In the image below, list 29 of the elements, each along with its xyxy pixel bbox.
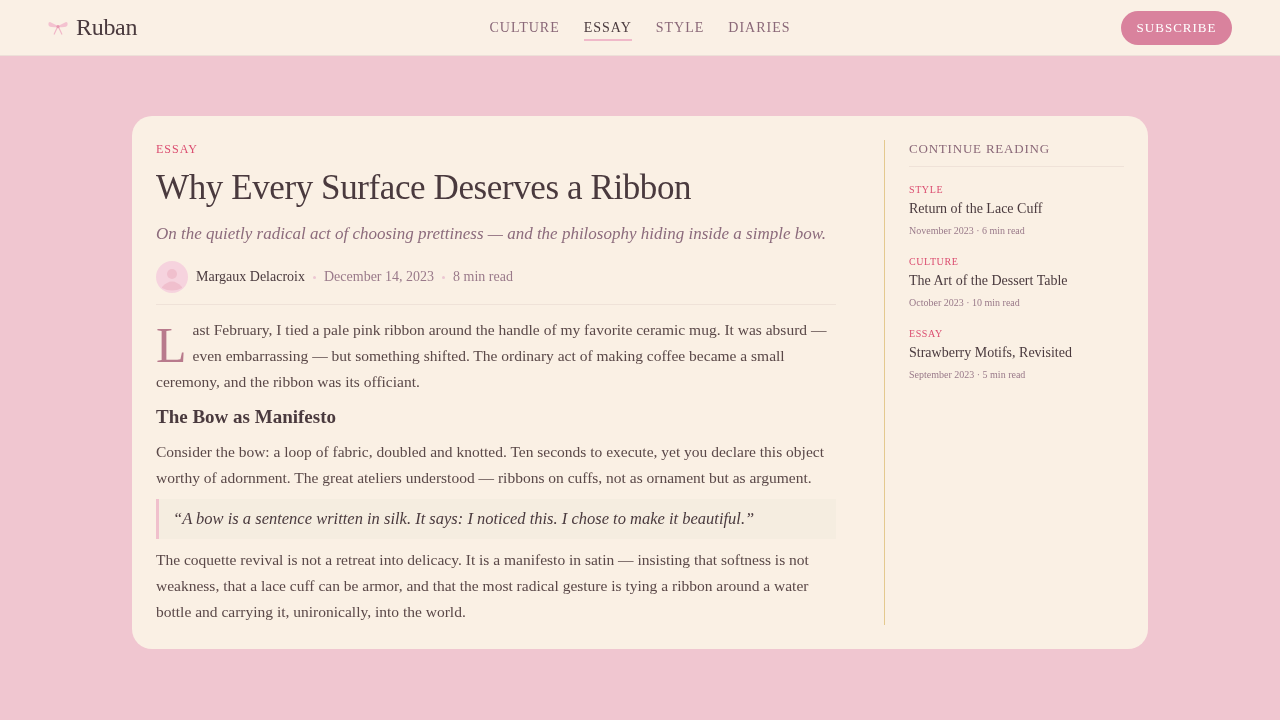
category-label: CULTURE: [909, 255, 959, 269]
article-title: Why Every Surface Deserves a Ribbon: [156, 167, 693, 209]
nav-tab[interactable]: CULTURE: [489, 16, 560, 41]
category-label: STYLE: [909, 183, 944, 197]
article-subtitle: On the quietly radical act of choosing prettiness — and the philosophy hiding inside a simple bow.: [156, 223, 828, 245]
bow-icon: [48, 20, 68, 35]
author-name: Margaux Delacroix: [196, 269, 305, 285]
pull-quote: “A bow is a sentence written in silk. It says: I noticed this. I chose to make it beautiful.”: [156, 499, 836, 539]
nav-tab[interactable]: ESSAY: [583, 16, 632, 41]
body-paragraph: The coquette revival is not a retreat into delicacy. It is a manifesto in satin — insisting that softness is not weakness, that a lace cuff can be armor, and that the most radical gesture is tying a ribbon around a water bottle and carrying it, unironically, into the world.: [156, 550, 810, 622]
publish-date: December 14, 2023: [324, 269, 434, 285]
nav-tab[interactable]: STYLE: [655, 16, 705, 41]
section-heading: The Bow as Manifesto: [156, 405, 337, 429]
article-meta: September 2023 · 5 min read: [909, 368, 1026, 382]
sidebar-heading: CONTINUE READING: [909, 140, 1124, 167]
nav-tab[interactable]: DIARIES: [728, 16, 791, 41]
related-article-link[interactable]: The Art of the Dessert Table: [909, 271, 1068, 291]
body-paragraph: Consider the bow: a loop of fabric, doubled and knotted. Ten seconds to execute, yet you declare this object worthy of adornment. The great ateliers understood — ribbons on cuffs, not as ornament but as argument.: [156, 442, 825, 488]
site-logo[interactable]: Ruban: [76, 14, 138, 41]
avatar-icon: [156, 261, 188, 293]
separator-dot-icon: [442, 275, 445, 279]
related-article-link[interactable]: Return of the Lace Cuff: [909, 199, 1043, 219]
category-label: ESSAY: [156, 141, 199, 158]
article-meta: November 2023 · 6 min read: [909, 224, 1025, 238]
separator-dot-icon: [313, 275, 316, 279]
related-article-link[interactable]: Strawberry Motifs, Revisited: [909, 343, 1072, 363]
read-time: 8 min read: [453, 269, 513, 285]
category-label: ESSAY: [909, 327, 943, 341]
article-meta: October 2023 · 10 min read: [909, 296, 1020, 310]
